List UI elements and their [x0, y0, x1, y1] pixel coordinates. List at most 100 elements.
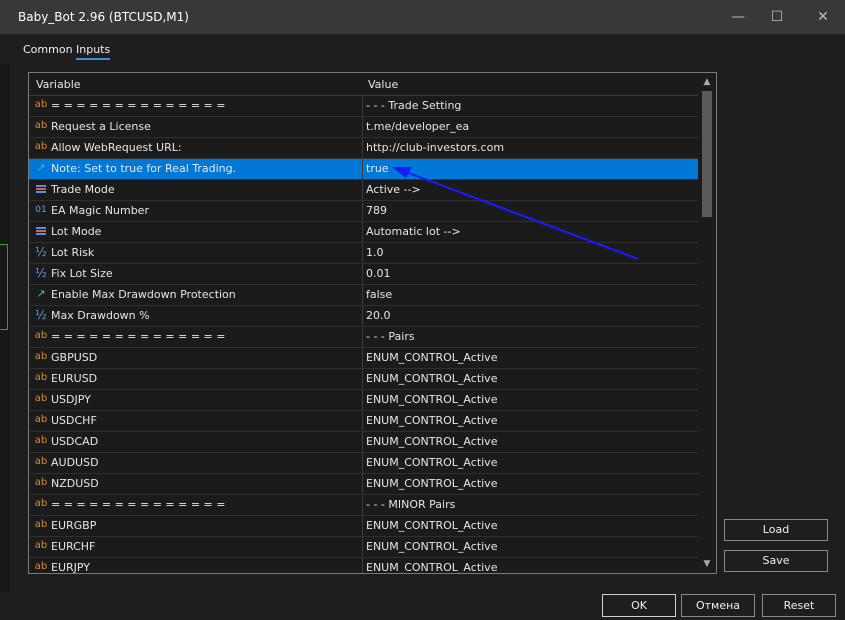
- column-divider: [362, 537, 363, 557]
- variable-value[interactable]: ENUM_CONTROL_Active: [366, 519, 497, 532]
- bool-icon: ↗: [36, 161, 46, 174]
- variable-value[interactable]: t.me/developer_ea: [366, 120, 469, 133]
- variable-name: = = = = = = = = = = = = = =: [51, 99, 226, 112]
- table-row[interactable]: ab EURUSD ENUM_CONTROL_Active: [29, 369, 698, 390]
- scrollbar-thumb[interactable]: [702, 91, 712, 217]
- column-header-variable[interactable]: Variable: [36, 78, 81, 91]
- column-divider: [362, 117, 363, 137]
- column-divider: [362, 306, 363, 326]
- table-row[interactable]: Trade Mode Active -->: [29, 180, 698, 201]
- variable-value[interactable]: true: [366, 162, 389, 175]
- enum-icon: [34, 224, 48, 238]
- table-row[interactable]: ab AUDUSD ENUM_CONTROL_Active: [29, 453, 698, 474]
- variable-value[interactable]: - - - MINOR Pairs: [366, 498, 455, 511]
- variable-name: EA Magic Number: [51, 204, 149, 217]
- column-divider: [362, 264, 363, 284]
- table-row[interactable]: 01 EA Magic Number 789: [29, 201, 698, 222]
- table-row[interactable]: ab USDCHF ENUM_CONTROL_Active: [29, 411, 698, 432]
- chevron-down-icon[interactable]: ▼: [698, 557, 716, 571]
- variable-value[interactable]: ENUM_CONTROL_Active: [366, 540, 497, 553]
- table-row[interactable]: ab Request a License t.me/developer_ea: [29, 117, 698, 138]
- table-row[interactable]: ↗ Enable Max Drawdown Protection false: [29, 285, 698, 306]
- chevron-up-icon[interactable]: ▲: [698, 75, 716, 89]
- ab-icon: ab: [34, 540, 48, 551]
- variable-value[interactable]: false: [366, 288, 392, 301]
- double-icon: ½: [35, 308, 47, 322]
- column-divider: [362, 138, 363, 158]
- column-divider: [362, 495, 363, 515]
- column-divider: [362, 474, 363, 494]
- vertical-scrollbar[interactable]: ▲ ▼: [698, 73, 716, 573]
- variable-value[interactable]: ENUM_CONTROL_Active: [366, 477, 497, 490]
- variable-value[interactable]: ENUM_CONTROL_Active: [366, 393, 497, 406]
- title-bar: Baby_Bot 2.96 (BTCUSD,M1) — ☐ ✕: [0, 0, 845, 34]
- variable-value[interactable]: 0.01: [366, 267, 391, 280]
- table-row[interactable]: ab = = = = = = = = = = = = = = - - - Pairs: [29, 327, 698, 348]
- variable-name: Lot Risk: [51, 246, 95, 259]
- tab-common[interactable]: Common: [23, 43, 73, 56]
- table-row[interactable]: ab USDJPY ENUM_CONTROL_Active: [29, 390, 698, 411]
- variable-value[interactable]: ENUM_CONTROL_Active: [366, 351, 497, 364]
- ab-icon: ab: [34, 351, 48, 362]
- table-row[interactable]: ab NZDUSD ENUM_CONTROL_Active: [29, 474, 698, 495]
- table-row[interactable]: ab EURJPY ENUM_CONTROL_Active: [29, 558, 698, 574]
- column-divider: [362, 516, 363, 536]
- tab-inputs[interactable]: Inputs: [76, 43, 111, 60]
- variable-value[interactable]: ENUM_CONTROL_Active: [366, 561, 497, 573]
- table-row[interactable]: ab Allow WebRequest URL: http://club-inves…: [29, 138, 698, 159]
- background-chart-strip: [0, 64, 10, 592]
- close-icon[interactable]: ✕: [812, 6, 834, 28]
- ab-icon: ab: [34, 498, 48, 509]
- reset-button[interactable]: Reset: [762, 594, 836, 617]
- column-divider: [362, 327, 363, 347]
- variable-value[interactable]: 789: [366, 204, 387, 217]
- cancel-button[interactable]: Отмена: [681, 594, 755, 617]
- table-row[interactable]: ab = = = = = = = = = = = = = = - - - Trade…: [29, 96, 698, 117]
- load-button[interactable]: Load: [724, 519, 828, 541]
- variable-value[interactable]: 20.0: [366, 309, 391, 322]
- variable-value[interactable]: Automatic lot -->: [366, 225, 461, 238]
- table-row[interactable]: ab EURCHF ENUM_CONTROL_Active: [29, 537, 698, 558]
- double-icon: ½: [35, 266, 47, 280]
- bool-icon: ↗: [36, 287, 46, 300]
- minimize-icon[interactable]: —: [727, 6, 749, 28]
- variable-value[interactable]: http://club-investors.com: [366, 141, 504, 154]
- column-divider: [362, 159, 363, 179]
- column-divider: [362, 432, 363, 452]
- column-divider: [362, 411, 363, 431]
- tab-bar: Common Inputs: [0, 34, 845, 64]
- column-header-value[interactable]: Value: [368, 78, 398, 91]
- variable-name: EURJPY: [51, 561, 90, 574]
- table-row[interactable]: ab USDCAD ENUM_CONTROL_Active: [29, 432, 698, 453]
- variable-value[interactable]: Active -->: [366, 183, 421, 196]
- table-row[interactable]: ½ Lot Risk 1.0: [29, 243, 698, 264]
- ok-button[interactable]: OK: [602, 594, 676, 617]
- variable-value[interactable]: - - - Trade Setting: [366, 99, 461, 112]
- variable-value[interactable]: 1.0: [366, 246, 384, 259]
- table-row[interactable]: ½ Max Drawdown % 20.0: [29, 306, 698, 327]
- column-divider: [362, 348, 363, 368]
- column-divider: [362, 222, 363, 242]
- table-row[interactable]: ab EURGBP ENUM_CONTROL_Active: [29, 516, 698, 537]
- variable-value[interactable]: - - - Pairs: [366, 330, 415, 343]
- table-row[interactable]: Lot Mode Automatic lot -->: [29, 222, 698, 243]
- variable-value[interactable]: ENUM_CONTROL_Active: [366, 372, 497, 385]
- variable-name: = = = = = = = = = = = = = =: [51, 498, 226, 511]
- variable-name: EURUSD: [51, 372, 98, 385]
- variable-name: AUDUSD: [51, 456, 99, 469]
- table-row[interactable]: ↗ Note: Set to true for Real Trading. true: [29, 159, 698, 180]
- maximize-icon[interactable]: ☐: [766, 6, 788, 28]
- variable-value[interactable]: ENUM_CONTROL_Active: [366, 456, 497, 469]
- ab-icon: ab: [34, 330, 48, 341]
- table-row[interactable]: ab GBPUSD ENUM_CONTROL_Active: [29, 348, 698, 369]
- variable-value[interactable]: ENUM_CONTROL_Active: [366, 414, 497, 427]
- table-row[interactable]: ½ Fix Lot Size 0.01: [29, 264, 698, 285]
- variable-name: Fix Lot Size: [51, 267, 113, 280]
- variable-name: Request a License: [51, 120, 151, 133]
- ab-icon: ab: [34, 456, 48, 467]
- column-divider: [362, 96, 363, 116]
- variable-value[interactable]: ENUM_CONTROL_Active: [366, 435, 497, 448]
- enum-icon: [34, 182, 48, 196]
- table-row[interactable]: ab = = = = = = = = = = = = = = - - - MINOR…: [29, 495, 698, 516]
- save-button[interactable]: Save: [724, 550, 828, 572]
